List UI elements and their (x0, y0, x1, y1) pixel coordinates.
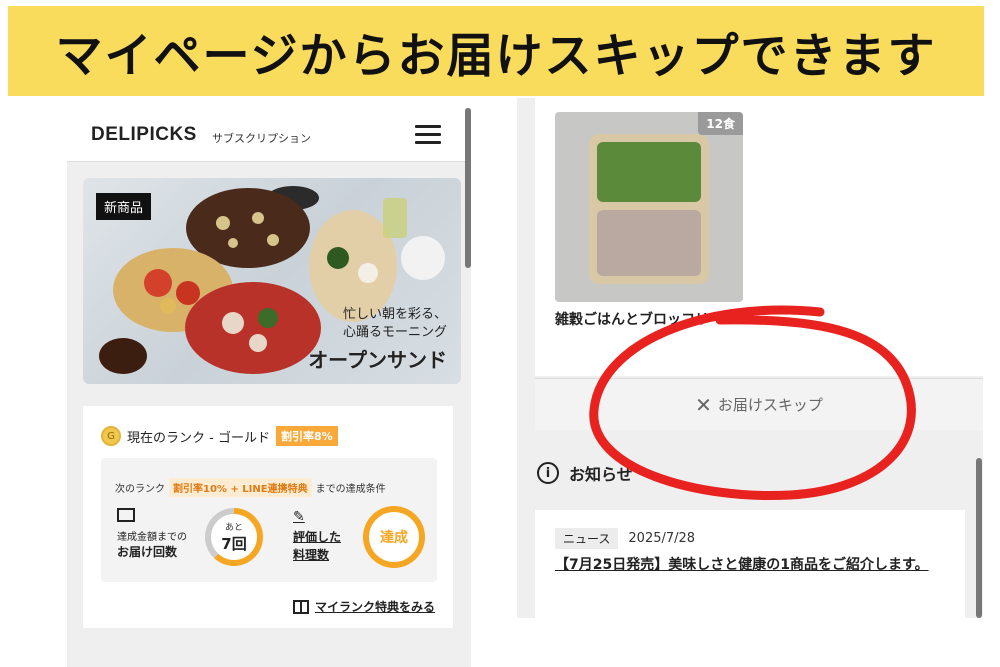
remaining-count: 7回 (221, 535, 247, 553)
news-item[interactable]: ニュース 2025/7/28 【7月25日発売】美味しさと健康の1商品をご紹介し… (535, 510, 965, 618)
gift-icon (292, 599, 309, 614)
product-name: 雑穀ごはんとブロッコリー (555, 312, 723, 328)
rated-dishes-label-2: 料理数 (293, 548, 330, 562)
left-phone-screen: DELIPICKS サブスクリプション 新商品 忙しい朝を彩る、 心踊るモーニン… (67, 108, 471, 667)
rank-card: G 現在のランク - ゴールド 割引率8% 次のランク 割引率10% + LIN… (83, 406, 453, 628)
achieved-gauge: 達成 (363, 506, 425, 568)
skip-delivery-button[interactable]: ✕ お届けスキップ (535, 378, 983, 430)
site-header: DELIPICKS サブスクリプション (67, 108, 465, 162)
next-rank-conditions: 次のランク 割引率10% + LINE連携特典 までの達成条件 達成金額までの … (101, 458, 437, 582)
announcements-title: お知らせ (569, 465, 633, 484)
announcements-heading: i お知らせ (537, 461, 633, 485)
next-rank-benefit: 割引率10% + LINE連携特典 (169, 478, 312, 497)
hero-banner[interactable]: 新商品 忙しい朝を彩る、 心踊るモーニング オープンサンド (83, 178, 461, 384)
hero-title: オープンサンド (308, 348, 447, 372)
delivery-count-condition: 達成金額までの お届け回数 (117, 508, 187, 560)
delivery-count-label-2: お届け回数 (117, 545, 178, 559)
broccoli (597, 142, 701, 202)
product-image[interactable]: 12食 (555, 112, 743, 302)
hero-line-1: 忙しい朝を彩る、 (342, 307, 447, 322)
banner-title: マイページからお届けスキップできます (55, 28, 937, 84)
news-title-link[interactable]: 【7月25日発売】美味しさと健康の1商品をご紹介します。 (555, 554, 945, 576)
pencil-icon: ✎ (293, 509, 305, 525)
meal-count-badge: 12食 (698, 112, 743, 135)
scrollbar[interactable] (976, 458, 982, 618)
site-logo[interactable]: DELIPICKS (91, 124, 197, 146)
news-meta: ニュース 2025/7/28 (555, 528, 695, 549)
news-date: 2025/7/28 (628, 531, 696, 546)
delivery-count-label-1: 達成金額までの (117, 532, 187, 543)
right-phone-screen: 12食 雑穀ごはんとブロッコリー ✕ お届けスキップ i お知らせ ニュース 2… (517, 98, 983, 618)
new-product-badge: 新商品 (96, 193, 152, 220)
achieved-label: 達成 (369, 512, 419, 562)
my-rank-benefits-label: マイランク特典をみる (314, 600, 435, 614)
my-rank-benefits-link[interactable]: マイランク特典をみる (292, 598, 435, 615)
gold-rank-icon: G (101, 426, 121, 446)
current-rank: G 現在のランク - ゴールド 割引率8% (101, 426, 338, 446)
close-icon: ✕ (695, 392, 712, 417)
rated-dishes-condition[interactable]: ✎ 評価した 料理数 (293, 508, 341, 564)
skip-delivery-label: お届けスキップ (717, 396, 823, 414)
title-banner: マイページからお届けスキップできます (8, 6, 984, 96)
site-logo-subtitle: サブスクリプション (212, 132, 311, 145)
info-icon: i (537, 462, 559, 484)
hero-line-2: 心踊るモーニング (342, 325, 447, 340)
rated-dishes-label-1: 評価した (293, 530, 342, 544)
next-rank-prefix: 次のランク (115, 484, 165, 495)
hamburger-menu-icon[interactable] (415, 125, 441, 145)
hero-copy: 忙しい朝を彩る、 心踊るモーニング オープンサンド (308, 306, 447, 373)
next-rank-suffix: までの達成条件 (315, 484, 386, 495)
remaining-deliveries-gauge: あと 7回 (205, 508, 263, 566)
scrollbar[interactable] (465, 108, 471, 268)
news-category-tag: ニュース (555, 528, 619, 549)
remaining-prefix: あと (224, 523, 243, 533)
discount-badge: 割引率8% (275, 426, 338, 446)
product-card: 12食 雑穀ごはんとブロッコリー (535, 98, 983, 376)
multigrain-rice (597, 210, 701, 276)
calendar-icon (117, 508, 135, 522)
meal-tray (589, 134, 709, 284)
current-rank-label: 現在のランク - ゴールド (127, 430, 270, 446)
next-rank-title: 次のランク 割引率10% + LINE連携特典 までの達成条件 (115, 478, 386, 497)
